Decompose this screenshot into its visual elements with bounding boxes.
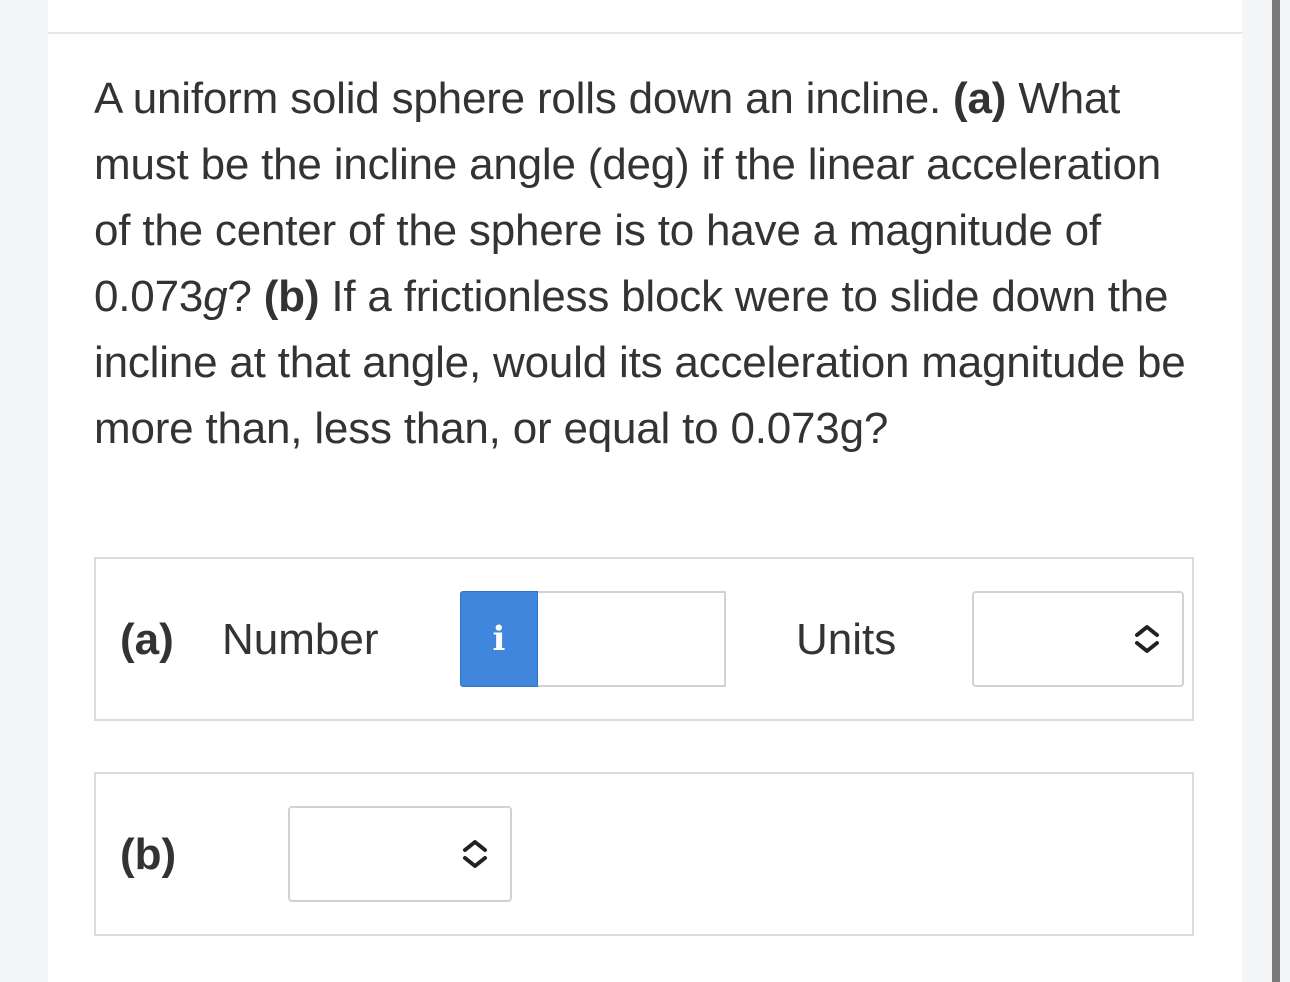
- scrollbar[interactable]: [1272, 0, 1280, 982]
- answer-a-part-label: (a): [120, 615, 174, 664]
- answer-box-a: (a) Number i Units: [94, 557, 1194, 721]
- units-select[interactable]: [972, 591, 1184, 687]
- chevron-up-down-icon: [463, 840, 487, 868]
- part-b-question: If a frictionless block were to slide do…: [94, 272, 1186, 453]
- question-text: A uniform solid sphere rolls down an inc…: [94, 66, 1194, 462]
- answer-b-part-label: (b): [120, 830, 177, 879]
- info-icon: i: [492, 619, 506, 659]
- part-a-marker: (a): [953, 74, 1007, 123]
- chevron-up-down-icon: [1135, 625, 1159, 653]
- units-label: Units: [796, 615, 897, 664]
- g-symbol: g: [203, 272, 228, 321]
- part-b-marker: (b): [263, 272, 320, 321]
- part-a-question-end: ?: [227, 272, 252, 321]
- top-divider: [48, 32, 1242, 34]
- part-b-select[interactable]: [288, 806, 512, 902]
- answer-box-b: (b): [94, 772, 1194, 936]
- number-input[interactable]: [538, 591, 726, 687]
- info-button[interactable]: i: [460, 591, 538, 687]
- question-intro: A uniform solid sphere rolls down an inc…: [94, 74, 942, 123]
- number-label: Number: [222, 615, 379, 664]
